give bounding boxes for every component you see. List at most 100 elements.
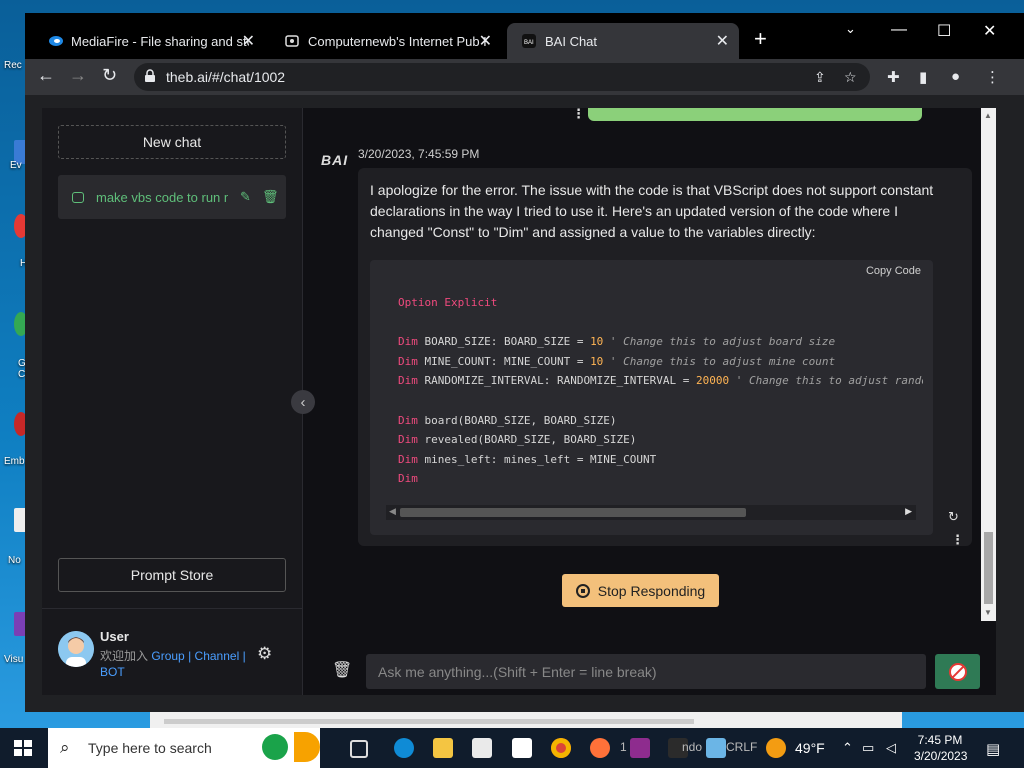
- taskbar-app-label: CRLF: [726, 740, 758, 754]
- copy-code-button[interactable]: Copy Code: [866, 265, 921, 277]
- minimize-button[interactable]: —: [891, 21, 907, 39]
- sidebar: New chat make vbs code to run minesweepe…: [42, 108, 303, 695]
- scroll-down-icon[interactable]: ▼: [984, 608, 992, 617]
- code-comment: ' Change this to adjust board size: [603, 335, 836, 349]
- scrollbar-thumb[interactable]: [984, 532, 993, 604]
- background-scrollbar: [164, 719, 694, 724]
- gear-icon[interactable]: ⚙: [257, 644, 272, 664]
- show-hidden-icons-chevron-icon[interactable]: ⌃: [842, 740, 853, 756]
- send-button[interactable]: [935, 654, 980, 689]
- volume-icon[interactable]: ◁: [886, 740, 896, 756]
- browser-toolbar: ← → ↻ theb.ai/#/chat/1002 ⇪ ☆ ✚ ▮ ● ⋮: [25, 59, 1024, 95]
- scroll-left-icon[interactable]: ◀: [389, 506, 396, 517]
- desktop-label: Rec: [4, 60, 22, 71]
- more-options-icon[interactable]: ⋮: [572, 106, 585, 122]
- task-view-icon[interactable]: [350, 740, 368, 758]
- code-line: Dim mines_left: mines_left = MINE_COUNT: [398, 453, 923, 473]
- code-line: Dim revealed(BOARD_SIZE, BOARD_SIZE): [398, 433, 923, 453]
- stop-label: Stop Responding: [597, 582, 706, 599]
- tab-bai-chat[interactable]: BAI BAI Chat ✕: [507, 23, 739, 59]
- code-line: Dim RANDOMIZE_INTERVAL: RANDOMIZE_INTERV…: [398, 374, 923, 394]
- edit-icon[interactable]: ✎: [240, 189, 251, 205]
- code-number: 10: [590, 354, 604, 368]
- tab-title: Computernewb's Internet Pub Hub: [308, 33, 486, 49]
- side-panel-icon[interactable]: ▮: [919, 68, 927, 86]
- pub-hub-icon: [284, 33, 300, 49]
- tab-title: BAI Chat: [545, 33, 598, 49]
- network-icon[interactable]: ▭: [862, 740, 874, 756]
- chat-input[interactable]: [366, 654, 926, 689]
- chrome-icon[interactable]: [551, 738, 571, 758]
- bai-chat-page: New chat make vbs code to run minesweepe…: [42, 106, 996, 695]
- code-text: board(BOARD_SIZE, BOARD_SIZE): [417, 413, 617, 427]
- maximize-button[interactable]: ☐: [937, 21, 951, 41]
- reload-button[interactable]: ↻: [102, 65, 117, 86]
- notepad-icon[interactable]: [706, 738, 726, 758]
- community-links: 欢迎加入 Group | Channel | BOT: [100, 648, 250, 680]
- url-text: theb.ai/#/chat/1002: [166, 69, 286, 85]
- address-bar[interactable]: theb.ai/#/chat/1002 ⇪ ☆: [134, 63, 870, 91]
- tab-mediafire[interactable]: MediaFire - File sharing and storage ✕: [33, 23, 265, 59]
- close-icon[interactable]: ✕: [479, 31, 492, 51]
- file-explorer-icon[interactable]: [433, 738, 453, 758]
- close-icon[interactable]: ✕: [242, 31, 255, 51]
- taskbar: ⌕ Type here to search 1 ndo CRLF 49°F ⌃ …: [0, 728, 1024, 768]
- trash-icon[interactable]: 🗑: [262, 189, 279, 205]
- browser-window: MediaFire - File sharing and storage ✕ C…: [25, 13, 1024, 712]
- mail-icon[interactable]: [512, 738, 532, 758]
- regenerate-icon[interactable]: ↻: [948, 509, 959, 525]
- share-icon[interactable]: ⇪: [814, 69, 826, 86]
- weather-icon[interactable]: [766, 738, 786, 758]
- store-icon[interactable]: [472, 738, 492, 758]
- prompt-store-button[interactable]: Prompt Store: [58, 558, 286, 592]
- clear-chat-trash-icon[interactable]: 🗑: [332, 660, 352, 680]
- code-horizontal-scrollbar[interactable]: ◀ ▶: [386, 505, 916, 520]
- scroll-up-icon[interactable]: ▲: [984, 111, 992, 120]
- join-text: 欢迎加入: [100, 649, 149, 663]
- notification-icon[interactable]: ▤: [986, 740, 1000, 758]
- profile-icon[interactable]: ●: [951, 68, 960, 85]
- windows-start-button[interactable]: [14, 740, 32, 756]
- winrar-icon[interactable]: [630, 738, 650, 758]
- taskbar-app-label: 1: [620, 740, 627, 754]
- code-text: BOARD_SIZE: BOARD_SIZE =: [417, 335, 591, 349]
- bot-avatar: BAI: [321, 152, 349, 168]
- code-text: RANDOMIZE_INTERVAL: RANDOMIZE_INTERVAL =: [417, 374, 697, 388]
- back-button[interactable]: ←: [37, 65, 55, 86]
- code-text: mines_left: mines_left = MINE_COUNT: [417, 452, 657, 466]
- clock-date: 3/20/2023: [914, 749, 968, 763]
- taskbar-search[interactable]: ⌕ Type here to search: [48, 728, 320, 768]
- close-icon[interactable]: ✕: [716, 31, 729, 51]
- code-comment: ' Change this to adjust random: [729, 374, 923, 388]
- close-window-button[interactable]: ✕: [983, 21, 996, 41]
- tab-computernewb[interactable]: Computernewb's Internet Pub Hub ✕: [270, 23, 502, 59]
- code-line: Option Explicit: [398, 296, 923, 316]
- edge-icon[interactable]: [394, 738, 414, 758]
- weather-temperature[interactable]: 49°F: [795, 740, 825, 756]
- scrollbar-thumb[interactable]: [400, 508, 746, 517]
- menu-kebab-icon[interactable]: ⋮: [985, 68, 1000, 86]
- tab-search-icon[interactable]: ⌄: [845, 21, 856, 37]
- code-number: 20000: [696, 374, 730, 388]
- firefox-icon[interactable]: [590, 738, 610, 758]
- user-name: User: [100, 629, 129, 644]
- code-keyword: Dim: [398, 374, 418, 388]
- bot-link[interactable]: BOT: [100, 665, 125, 679]
- more-options-icon[interactable]: ⋮: [951, 532, 964, 548]
- code-keyword: Dim: [398, 335, 418, 349]
- search-icon: ⌕: [60, 738, 70, 757]
- bookmark-star-icon[interactable]: ☆: [844, 69, 857, 86]
- new-chat-button[interactable]: New chat: [58, 125, 286, 159]
- new-tab-button[interactable]: +: [754, 28, 767, 50]
- extensions-puzzle-icon[interactable]: ✚: [887, 68, 900, 86]
- group-link[interactable]: Group: [151, 649, 184, 663]
- code-keyword: Dim: [398, 413, 418, 427]
- sidebar-chat-item[interactable]: make vbs code to run minesweeper ✎ 🗑: [58, 175, 286, 219]
- channel-link[interactable]: Channel: [195, 649, 240, 663]
- taskbar-clock[interactable]: 7:45 PM 3/20/2023: [914, 732, 968, 764]
- scroll-right-icon[interactable]: ▶: [905, 506, 912, 517]
- forward-button[interactable]: →: [69, 65, 87, 86]
- chat-vertical-scrollbar[interactable]: ▲ ▼: [981, 108, 996, 621]
- stop-responding-button[interactable]: Stop Responding: [562, 574, 719, 607]
- lock-icon: [144, 69, 156, 83]
